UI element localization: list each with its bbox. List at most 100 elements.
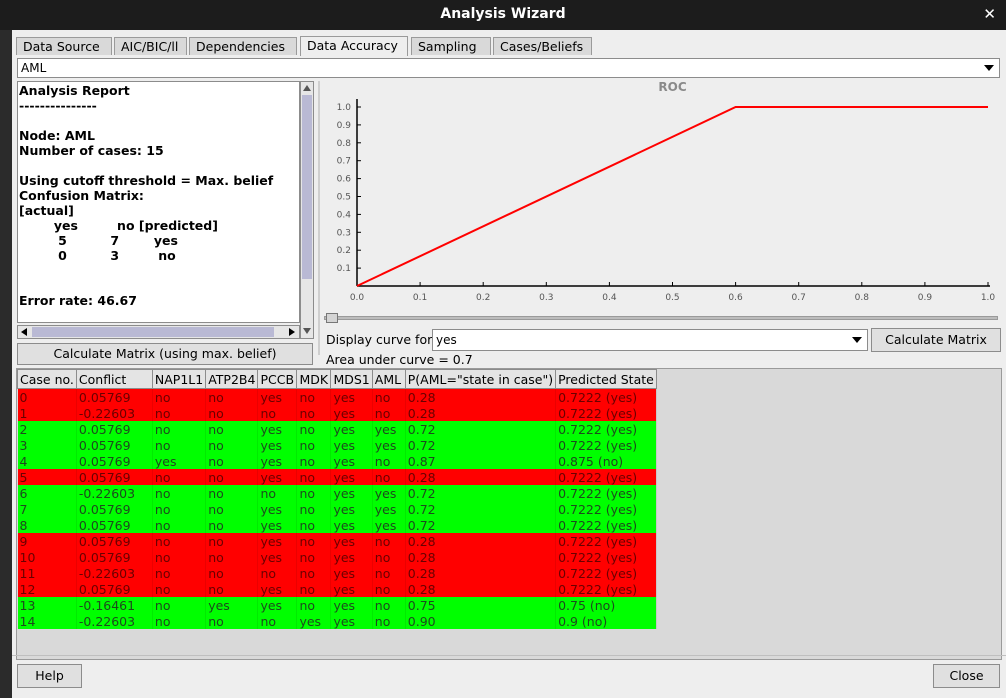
table-cell: 0.7222 (yes) <box>555 581 657 597</box>
tab-aic-bic-ll[interactable]: AIC/BIC/ll <box>114 37 187 55</box>
table-cell: no <box>152 517 207 533</box>
table-cell: yes <box>330 437 373 453</box>
tab-cases-beliefs[interactable]: Cases/Beliefs <box>493 37 592 55</box>
table-cell: 0.05769 <box>76 581 153 597</box>
analysis-report[interactable]: Analysis Report --------------- Node: AM… <box>17 81 300 323</box>
table-row[interactable]: 0 0.05769 no no yes no yes no 0.28 0.7222 (yes) <box>17 388 657 405</box>
column-header[interactable]: MDS1 <box>330 369 373 389</box>
threshold-slider-knob[interactable] <box>326 313 338 323</box>
table-cell: 0.05769 <box>76 388 153 405</box>
table-cell: -0.16461 <box>76 597 153 613</box>
splitter[interactable] <box>318 81 320 355</box>
calculate-matrix-max-belief-button[interactable]: Calculate Matrix (using max. belief) <box>17 343 313 365</box>
table-cell: yes <box>330 388 373 405</box>
table-cell: yes <box>330 613 373 629</box>
chevron-down-icon <box>984 65 994 71</box>
table-cell: no <box>296 517 332 533</box>
table-cell: 0.75 (no) <box>555 597 657 613</box>
table-cell: 5 <box>17 469 77 485</box>
scroll-right-icon[interactable] <box>289 328 295 336</box>
table-row[interactable]: 2 0.05769 no no yes no yes yes 0.72 0.7222 (yes) <box>17 421 657 437</box>
column-header[interactable]: Case no. <box>17 369 77 389</box>
scroll-left-icon[interactable] <box>21 328 27 336</box>
table-row[interactable]: 7 0.05769 no no yes no yes yes 0.72 0.7222 (yes) <box>17 501 657 517</box>
report-hscroll-thumb[interactable] <box>32 327 274 337</box>
tab-sampling[interactable]: Sampling <box>411 37 491 55</box>
table-cell: 0.28 <box>405 533 557 549</box>
tab-data-accuracy[interactable]: Data Accuracy <box>300 36 408 56</box>
x-tick-label: 0.4 <box>602 293 617 303</box>
report-text: Analysis Report --------------- Node: AM… <box>19 83 274 308</box>
table-cell: no <box>372 533 406 549</box>
column-header[interactable]: Conflict <box>75 369 153 389</box>
table-row[interactable]: 9 0.05769 no no yes no yes no 0.28 0.7222 (yes) <box>17 533 657 549</box>
table-cell: 0.72 <box>405 485 557 501</box>
table-cell: no <box>152 613 207 629</box>
table-cell: no <box>372 565 406 581</box>
y-tick-label: 0.8 <box>337 139 352 149</box>
column-header[interactable]: Predicted State <box>555 369 657 389</box>
table-cell: no <box>152 421 207 437</box>
node-select[interactable]: AML <box>17 58 1000 78</box>
table-cell: -0.22603 <box>76 485 153 501</box>
table-row[interactable]: 8 0.05769 no no yes no yes yes 0.72 0.7222 (yes) <box>17 517 657 533</box>
table-cell: yes <box>330 421 373 437</box>
display-curve-select[interactable]: yes <box>432 329 868 351</box>
tab-data-source[interactable]: Data Source <box>16 37 112 55</box>
table-cell: yes <box>257 501 298 517</box>
scroll-down-icon[interactable] <box>303 328 311 334</box>
table-row[interactable]: 13 -0.16461 no yes yes no yes no 0.75 0.75 (no) <box>17 597 657 613</box>
column-header[interactable]: MDK <box>296 369 332 389</box>
table-cell: 0.28 <box>405 565 557 581</box>
table-cell: yes <box>152 453 207 469</box>
x-tick-label: 0.5 <box>665 293 679 303</box>
close-icon[interactable]: ✕ <box>983 5 996 23</box>
calculate-matrix-button[interactable]: Calculate Matrix <box>871 328 1001 352</box>
column-header[interactable]: P(AML="state in case") <box>404 369 557 389</box>
table-cell: yes <box>372 501 406 517</box>
table-cell: yes <box>257 517 298 533</box>
table-cell: no <box>205 533 259 549</box>
table-cell: no <box>296 437 332 453</box>
table-row[interactable]: 4 0.05769 yes no yes no yes no 0.87 0.875 (no) <box>17 453 657 469</box>
column-header[interactable]: PCCB <box>257 369 298 389</box>
close-button[interactable]: Close <box>933 664 1000 688</box>
table-row[interactable]: 6 -0.22603 no no no no yes yes 0.72 0.7222 (yes) <box>17 485 657 501</box>
table-cell: no <box>296 405 332 421</box>
table-cell: 0.05769 <box>76 437 153 453</box>
table-row[interactable]: 5 0.05769 no no yes no yes no 0.28 0.7222 (yes) <box>17 469 657 485</box>
table-row[interactable]: 3 0.05769 no no yes no yes yes 0.72 0.7222 (yes) <box>17 437 657 453</box>
table-cell: yes <box>372 437 406 453</box>
column-header[interactable]: AML <box>371 369 406 389</box>
threshold-slider[interactable] <box>324 316 998 320</box>
table-cell: yes <box>257 421 298 437</box>
column-header[interactable]: NAP1L1 <box>151 369 207 389</box>
report-vertical-scrollbar[interactable] <box>300 81 314 339</box>
table-row[interactable]: 10 0.05769 no no yes no yes no 0.28 0.7222 (yes) <box>17 549 657 565</box>
table-cell: 0.875 (no) <box>555 453 657 469</box>
table-cell: no <box>372 388 406 405</box>
table-row[interactable]: 14 -0.22603 no no no yes yes no 0.90 0.9 (no) <box>17 613 657 629</box>
table-cell: 0.28 <box>405 581 557 597</box>
scroll-up-icon[interactable] <box>303 85 311 91</box>
report-horizontal-scrollbar[interactable] <box>17 325 300 339</box>
column-header[interactable]: ATP2B4 <box>205 369 259 389</box>
report-vscroll-thumb[interactable] <box>302 95 312 279</box>
y-tick-label: 0.6 <box>337 175 352 185</box>
table-cell: 2 <box>17 421 77 437</box>
table-cell: -0.22603 <box>76 613 153 629</box>
table-row[interactable]: 1 -0.22603 no no no no yes no 0.28 0.7222 (yes) <box>17 405 657 421</box>
help-button[interactable]: Help <box>17 664 82 688</box>
x-tick-label: 0.3 <box>539 293 553 303</box>
chevron-down-icon <box>852 337 862 343</box>
table-cell: yes <box>330 501 373 517</box>
table-cell: 0.7222 (yes) <box>555 388 657 405</box>
roc-chart: ROC 0.1 0.2 0.3 0.4 0.5 0.6 0.7 0.8 0.9 1.0 0.0 0.1 0… <box>322 81 998 326</box>
table-row[interactable]: 11 -0.22603 no no no no yes no 0.28 0.7222 (yes) <box>17 565 657 581</box>
tab-dependencies[interactable]: Dependencies <box>189 37 297 55</box>
table-cell: yes <box>330 565 373 581</box>
table-cell: no <box>372 405 406 421</box>
table-row[interactable]: 12 0.05769 no no yes no yes no 0.28 0.7222 (yes) <box>17 581 657 597</box>
table-cell: yes <box>257 549 298 565</box>
table-cell: no <box>205 613 259 629</box>
